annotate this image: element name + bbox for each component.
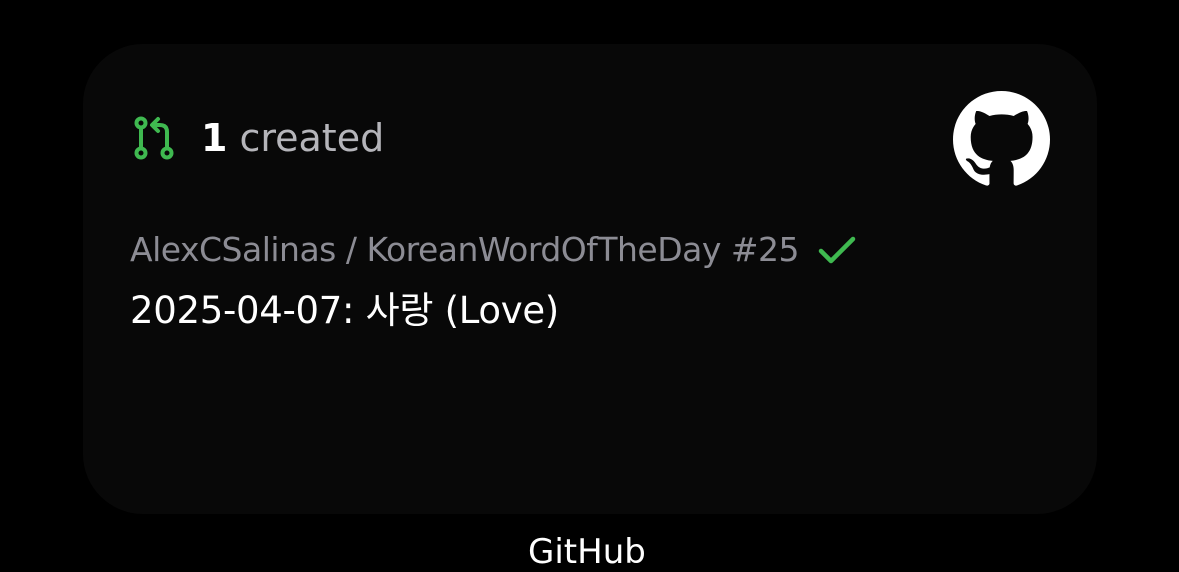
pr-repo-line[interactable]: AlexCSalinas / KoreanWordOfTheDay #25 bbox=[130, 230, 857, 269]
repo-and-number: AlexCSalinas / KoreanWordOfTheDay #25 bbox=[130, 230, 800, 269]
pr-title[interactable]: 2025-04-07: 사랑 (Love) bbox=[130, 280, 559, 334]
widget-app-label: GitHub bbox=[528, 532, 646, 572]
github-pr-widget[interactable]: 1 created AlexCSalinas / KoreanWordOfThe… bbox=[83, 44, 1097, 514]
checkmark-icon bbox=[818, 236, 856, 263]
widget-header: 1 created bbox=[133, 116, 384, 160]
created-count: 1 bbox=[201, 116, 228, 160]
pull-request-icon bbox=[134, 116, 174, 160]
github-logo-icon bbox=[953, 91, 1050, 186]
created-label: created bbox=[239, 116, 385, 160]
